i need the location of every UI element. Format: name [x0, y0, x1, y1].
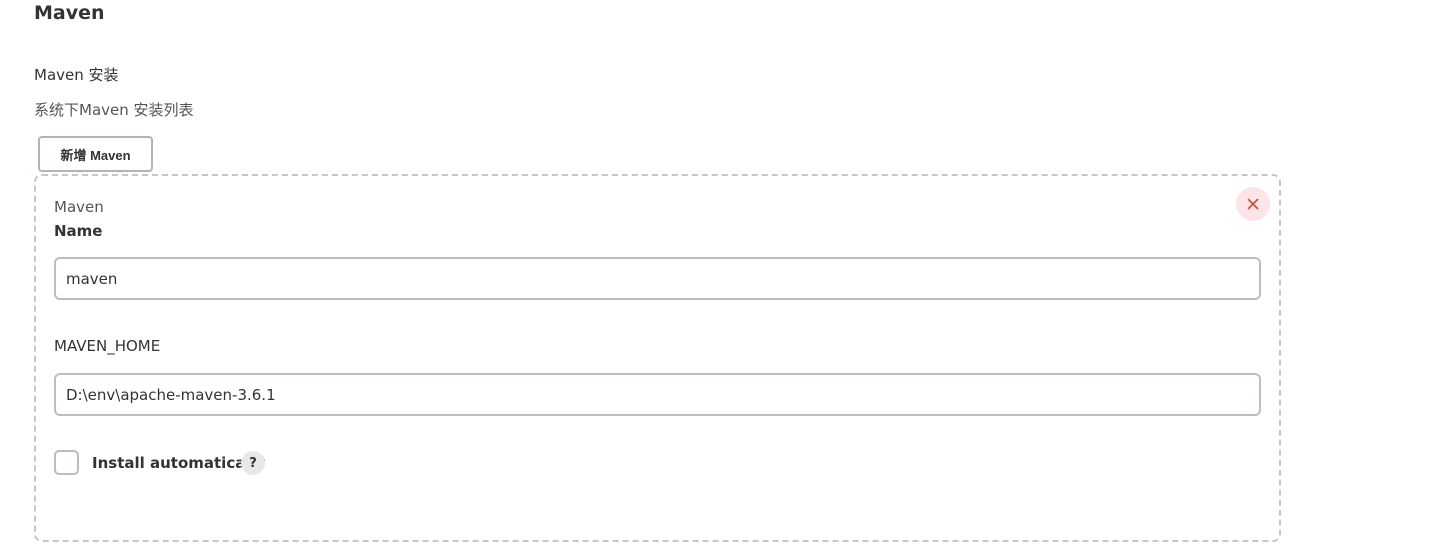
name-input[interactable] [54, 257, 1261, 300]
card-kind-label: Maven [54, 198, 104, 216]
name-label: Name [54, 222, 103, 240]
maven-installations-description: 系统下Maven 安装列表 [34, 101, 194, 119]
install-automatically-label: Install automatically [92, 454, 266, 472]
help-icon[interactable]: ? [241, 451, 265, 475]
maven-installations-label: Maven 安装 [34, 66, 119, 84]
delete-installation-button[interactable] [1236, 187, 1270, 221]
maven-home-input[interactable] [54, 373, 1261, 416]
add-maven-button[interactable]: 新增 Maven [38, 136, 153, 172]
maven-home-label: MAVEN_HOME [54, 337, 161, 355]
maven-installation-card: Maven Name MAVEN_HOME Install automatica… [34, 174, 1281, 542]
install-automatically-checkbox[interactable] [54, 450, 79, 475]
close-icon [1247, 198, 1259, 210]
section-title: Maven [34, 2, 105, 24]
